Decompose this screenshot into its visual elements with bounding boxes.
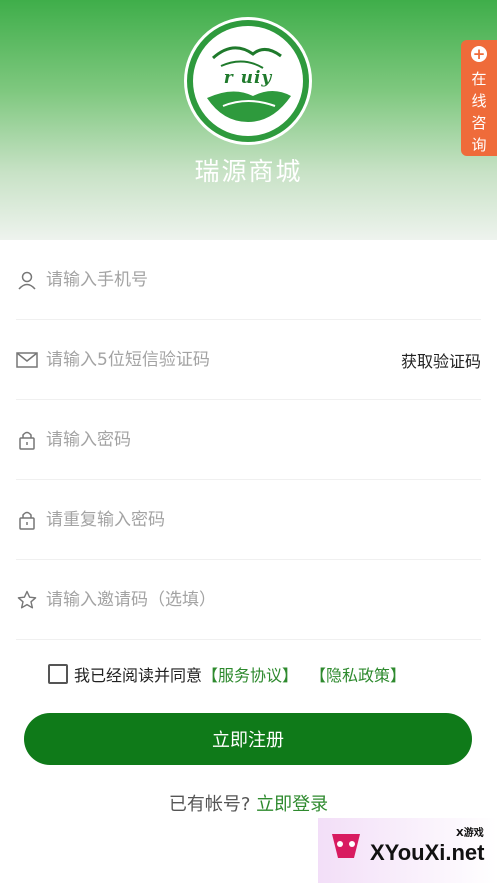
online-consult-button[interactable]: + 在线咨询	[461, 40, 497, 156]
login-prompt: 已有帐号?	[168, 794, 251, 815]
agree-checkbox[interactable]	[48, 664, 68, 684]
star-icon	[16, 589, 38, 611]
online-consult-label: 在线咨询	[471, 70, 487, 154]
lock-icon	[16, 429, 38, 451]
password-field-row	[16, 400, 481, 480]
service-agreement-link[interactable]: 【服务协议】	[202, 662, 298, 686]
login-row: 已有帐号? 立即登录	[0, 790, 497, 816]
sms-field-row: 获取验证码	[16, 320, 481, 400]
logo-inner: r uiy	[193, 26, 303, 136]
sms-code-input[interactable]	[46, 349, 391, 370]
invite-code-input[interactable]	[46, 589, 481, 610]
user-icon	[16, 269, 38, 291]
lock-icon	[16, 509, 38, 531]
repeat-password-input[interactable]	[46, 509, 481, 530]
invite-field-row	[16, 560, 481, 640]
gamepad-icon	[332, 834, 360, 858]
plus-icon: +	[471, 45, 487, 63]
register-button[interactable]: 立即注册	[24, 713, 472, 765]
brand-logo: r uiy	[184, 17, 312, 145]
get-sms-code-button[interactable]: 获取验证码	[391, 348, 481, 372]
phone-field-row	[16, 240, 481, 320]
brand-name: 瑞源商城	[194, 157, 303, 186]
privacy-policy-link[interactable]: 【隐私政策】	[310, 662, 406, 686]
watermark-small-text: X游戏	[456, 828, 484, 839]
login-link[interactable]: 立即登录	[256, 794, 328, 815]
mail-icon	[16, 349, 38, 371]
watermark: X游戏 XYouXi.net	[318, 818, 497, 883]
agreement-text: 我已经阅读并同意	[74, 666, 203, 685]
header-banner: r uiy 瑞源商城	[0, 0, 497, 240]
phone-input[interactable]	[46, 269, 481, 290]
logo-text: r uiy	[223, 68, 273, 88]
register-form: 获取验证码	[0, 240, 497, 640]
password-input[interactable]	[46, 429, 481, 450]
agreement-row: 我已经阅读并同意 【服务协议】 【隐私政策】	[48, 662, 406, 686]
repeat-password-field-row	[16, 480, 481, 560]
watermark-text: XYouXi.net	[370, 840, 485, 865]
